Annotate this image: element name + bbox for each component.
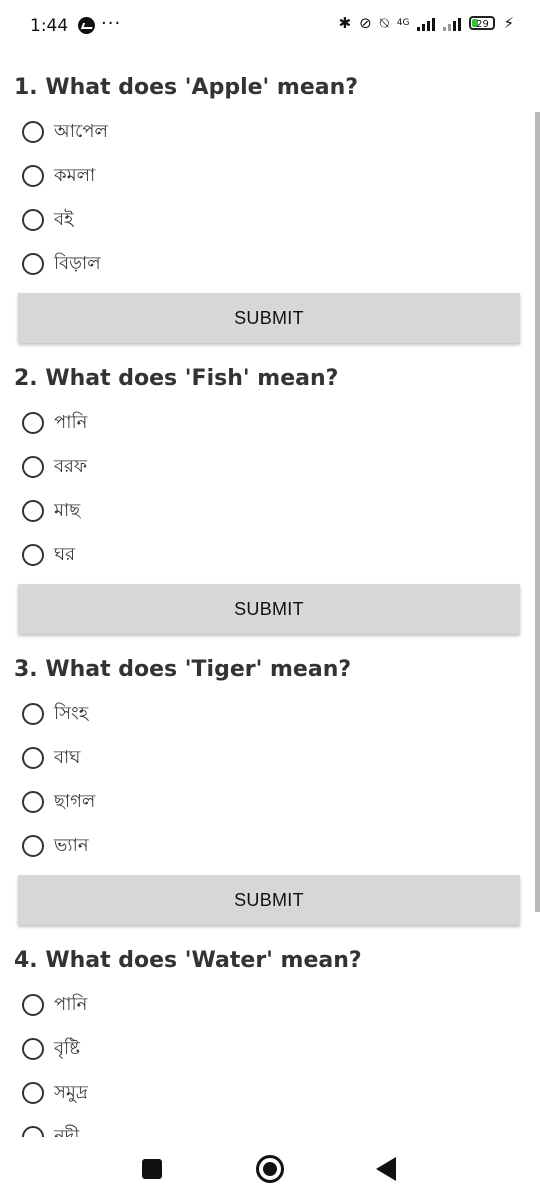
question-card: 1. What does 'Apple' mean? আপেল কমলা বই … (0, 66, 540, 357)
option-label: সিংহ (54, 702, 89, 724)
option-label: সমুদ্র (54, 1081, 88, 1103)
status-time: 1:44 (30, 16, 69, 36)
radio-button[interactable] (22, 253, 44, 275)
option-label: বরফ (54, 455, 88, 477)
radio-button[interactable] (22, 209, 44, 231)
status-bar: 1:44 ··· ✱ ⊘ ⍉ 4G 29 ⚡ (0, 0, 540, 52)
answer-option[interactable]: পানি (14, 983, 540, 1027)
radio-button[interactable] (22, 412, 44, 434)
option-label: ছাগল (54, 790, 96, 812)
answer-option[interactable]: ছাগল (14, 780, 540, 824)
answer-option[interactable]: নদী (14, 1115, 540, 1137)
answer-option[interactable]: আপেল (14, 110, 540, 154)
radio-button[interactable] (22, 703, 44, 725)
answer-option[interactable]: মাছ (14, 489, 540, 533)
answer-option[interactable]: কমলা (14, 154, 540, 198)
option-label: বৃষ্টি (54, 1037, 80, 1059)
radio-button[interactable] (22, 791, 44, 813)
home-icon[interactable] (256, 1155, 284, 1183)
answer-option[interactable]: বাঘ (14, 736, 540, 780)
question-title: 2. What does 'Fish' mean? (14, 366, 339, 391)
submit-button[interactable]: SUBMIT (18, 293, 520, 343)
radio-button[interactable] (22, 544, 44, 566)
option-label: ঘর (54, 543, 76, 565)
answer-option[interactable]: সিংহ (14, 692, 540, 736)
answer-option[interactable]: সমুদ্র (14, 1071, 540, 1115)
answer-option[interactable]: বই (14, 198, 540, 242)
option-label: কমলা (54, 164, 96, 186)
answer-option[interactable]: ঘর (14, 533, 540, 577)
radio-button[interactable] (22, 1082, 44, 1104)
charging-icon: ⚡ (503, 14, 514, 32)
radio-button[interactable] (22, 835, 44, 857)
radio-button[interactable] (22, 747, 44, 769)
option-label: আপেল (54, 120, 108, 142)
battery-level: 29 (476, 19, 489, 30)
network-type-label: 4G (396, 18, 410, 28)
radio-button[interactable] (22, 500, 44, 522)
radio-button[interactable] (22, 1126, 44, 1137)
question-card: 2. What does 'Fish' mean? পানি বরফ মাছ ঘ… (0, 357, 540, 648)
option-label: বই (54, 208, 74, 230)
radio-button[interactable] (22, 1038, 44, 1060)
option-label: বাঘ (54, 746, 81, 768)
link-icon: ⊘ (359, 14, 372, 32)
recents-icon[interactable] (142, 1159, 162, 1179)
navigation-bar (0, 1137, 540, 1200)
answer-option[interactable]: পানি (14, 401, 540, 445)
answer-option[interactable]: ভ্যান (14, 824, 540, 868)
option-label: বিড়াল (54, 252, 101, 274)
radio-button[interactable] (22, 456, 44, 478)
option-label: পানি (54, 993, 88, 1015)
back-icon[interactable] (376, 1157, 396, 1181)
answer-option[interactable]: বরফ (14, 445, 540, 489)
radio-button[interactable] (22, 121, 44, 143)
option-label: নদী (54, 1125, 80, 1138)
more-notifications-icon: ··· (101, 13, 122, 34)
radio-button[interactable] (22, 165, 44, 187)
question-title: 3. What does 'Tiger' mean? (14, 657, 352, 682)
quiz-list[interactable]: 1. What does 'Apple' mean? আপেল কমলা বই … (0, 52, 540, 1137)
signal-icon (443, 15, 462, 31)
question-card: 3. What does 'Tiger' mean? সিংহ বাঘ ছাগল… (0, 648, 540, 939)
option-label: ভ্যান (54, 834, 89, 856)
option-label: মাছ (54, 499, 81, 521)
question-title: 4. What does 'Water' mean? (14, 948, 362, 973)
radio-button[interactable] (22, 994, 44, 1016)
answer-option[interactable]: বৃষ্টি (14, 1027, 540, 1071)
vibrate-off-icon: ⍉ (379, 14, 389, 32)
option-label: পানি (54, 411, 88, 433)
submit-button[interactable]: SUBMIT (18, 584, 520, 634)
battery-icon: 29 (469, 16, 496, 30)
status-icons: ✱ ⊘ ⍉ 4G 29 ⚡ (339, 14, 514, 32)
submit-button[interactable]: SUBMIT (18, 875, 520, 925)
question-title: 1. What does 'Apple' mean? (14, 75, 359, 100)
messenger-icon (78, 17, 95, 34)
bluetooth-icon: ✱ (338, 14, 352, 32)
question-card: 4. What does 'Water' mean? পানি বৃষ্টি স… (0, 939, 540, 1137)
signal-icon (417, 15, 436, 31)
answer-option[interactable]: বিড়াল (14, 242, 540, 286)
